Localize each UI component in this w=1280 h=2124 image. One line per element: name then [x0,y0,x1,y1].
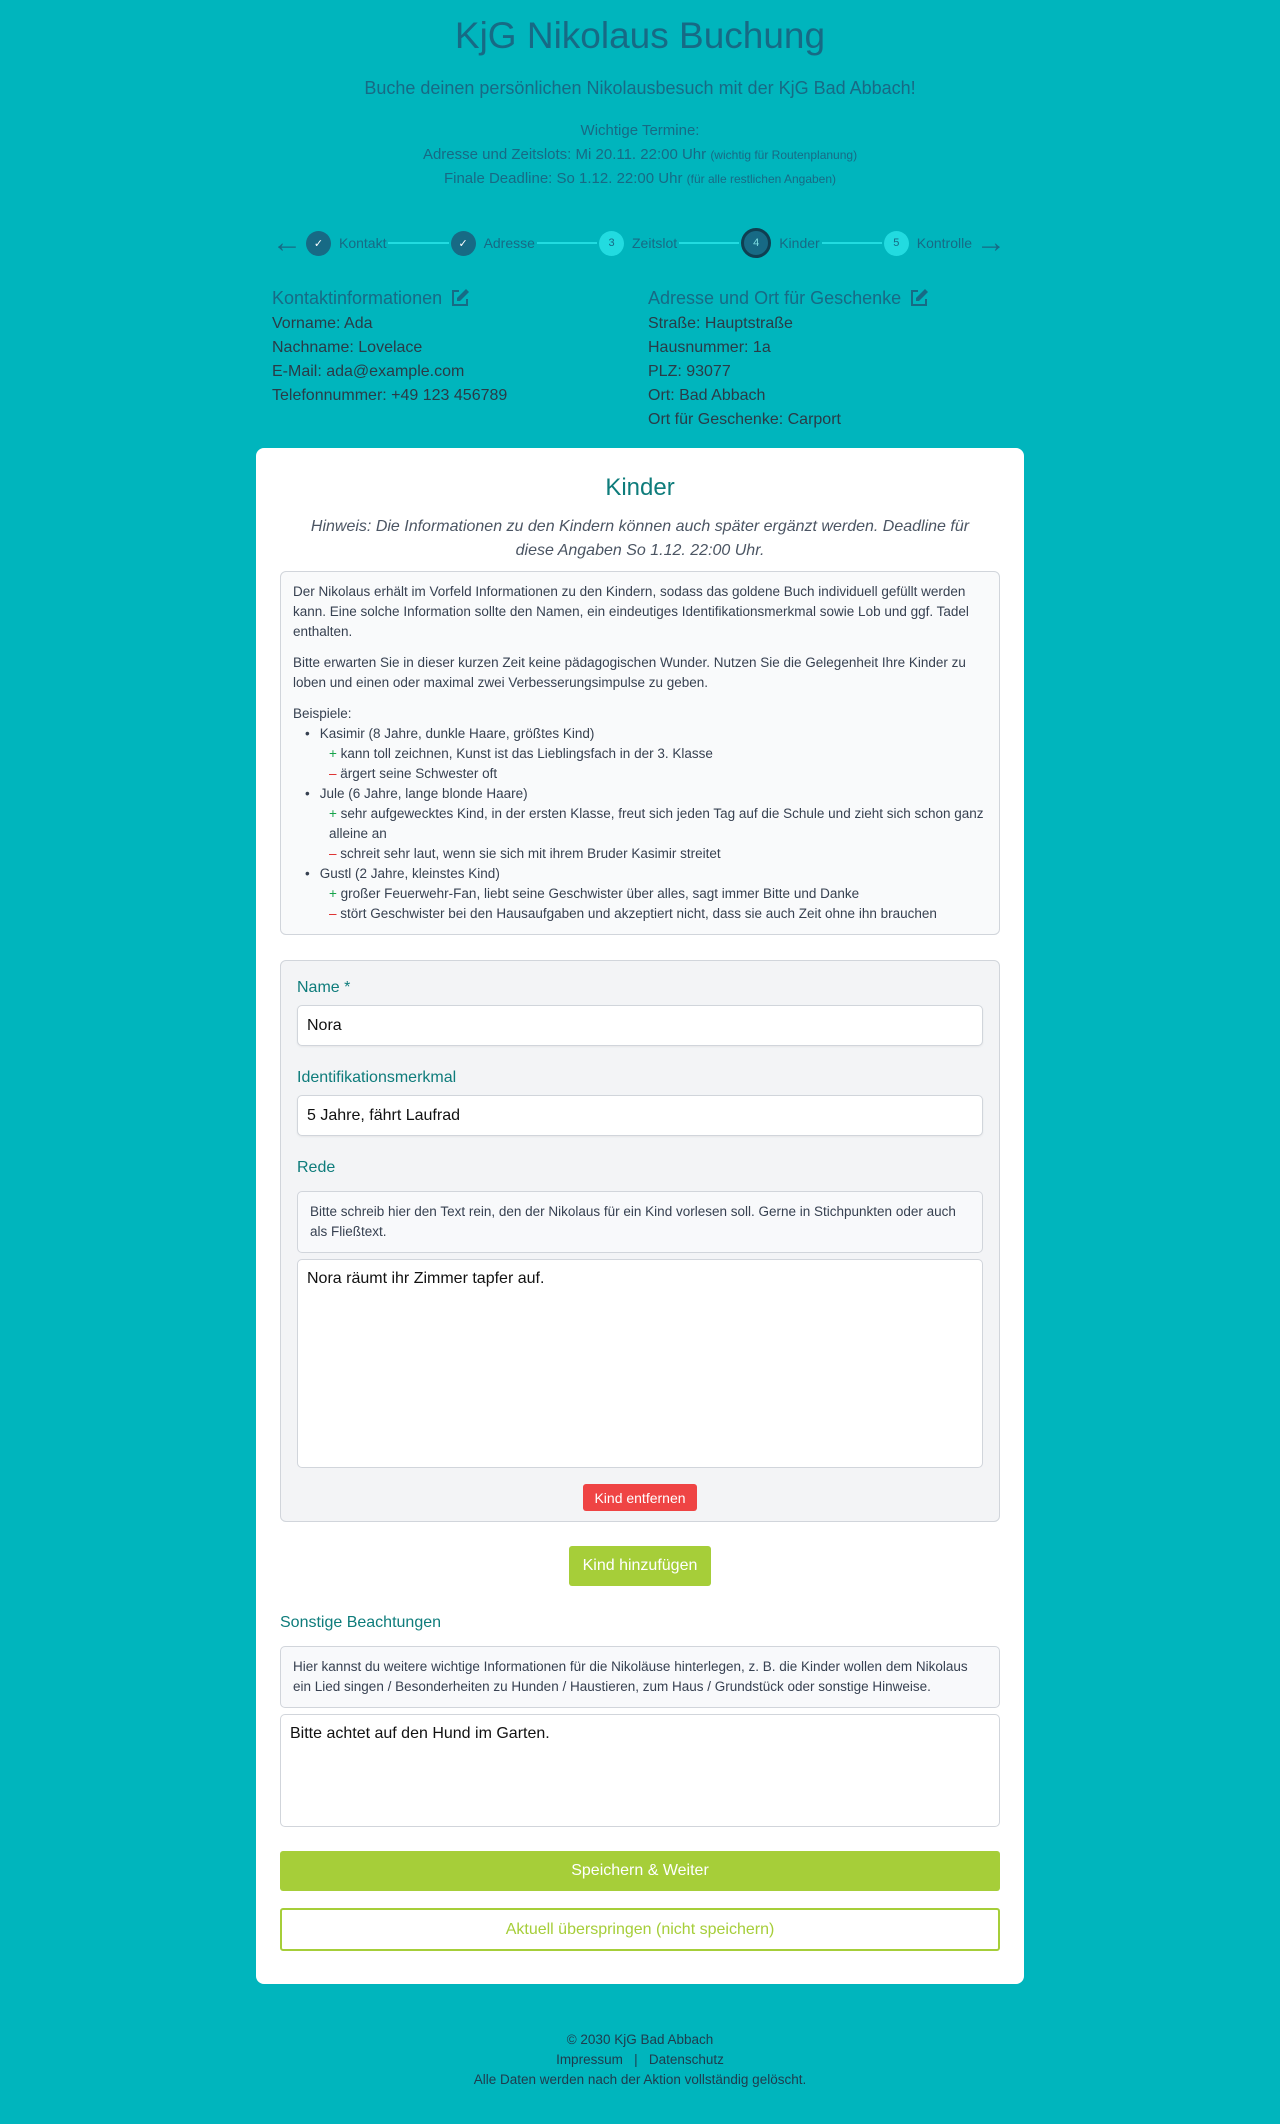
example-plus: kann toll zeichnen, Kunst ist das Liebli… [340,746,713,761]
step-connector [388,242,449,244]
example-minus: ärgert seine Schwester oft [340,766,498,781]
footer: © 2030 KjG Bad Abbach Impressum | Datens… [0,2030,1280,2090]
privacy-note: Alle Daten werden nach der Aktion vollst… [473,2072,807,2087]
other-notes-label: Sonstige Beachtungen [280,1614,442,1631]
subtitle: Buche deinen persönlichen Nikolausbesuch… [364,78,916,98]
important-dates: Wichtige Termine: Adresse und Zeitslots:… [0,119,1280,191]
edit-icon[interactable] [450,288,470,308]
check-icon: ✓ [450,230,476,256]
step-label: Kontakt [339,235,387,251]
example-name: Kasimir (8 Jahre, dunkle Haare, größtes … [319,726,595,741]
edit-icon[interactable] [909,288,929,308]
other-notes-hint: Hier kannst du weitere wichtige Informat… [280,1646,1000,1708]
step-number: 4 [741,228,772,258]
example-name: Gustl (2 Jahre, kleinstes Kind) [319,866,500,881]
examples-list: Kasimir (8 Jahre, dunkle Haare, größtes … [293,724,987,924]
example-plus: großer Feuerwehr-Fan, liebt seine Geschw… [340,886,860,901]
speech-hint: Bitte schreib hier den Text rein, den de… [297,1191,983,1253]
example-plus: sehr aufgewecktes Kind, in der ersten Kl… [329,806,984,841]
date-2: Finale Deadline: So 1.12. 22:00 Uhr [443,170,683,187]
example-name: Jule (6 Jahre, lange blonde Haare) [319,786,528,801]
save-continue-button[interactable]: Speichern & Weiter [280,1851,1000,1891]
copyright: © 2030 KjG Bad Abbach [566,2032,714,2047]
example-item: Kasimir (8 Jahre, dunkle Haare, größtes … [305,724,987,784]
step-kinder[interactable]: 4 Kinder [741,228,820,258]
datenschutz-link[interactable]: Datenschutz [649,2052,724,2067]
example-minus: schreit sehr laut, wenn sie sich mit ihr… [340,846,721,861]
step-label: Kontrolle [916,235,973,251]
example-minus: stört Geschwister bei den Hausaufgaben u… [340,906,937,921]
page-title: KjG Nikolaus Buchung [454,15,826,56]
contact-firstname: Vorname: Ada [272,315,373,332]
info-box: Der Nikolaus erhält im Vorfeld Informati… [280,571,1000,935]
step-connector [679,242,740,244]
contact-title: Kontaktinformationen [272,288,443,308]
name-input[interactable]: Nora [297,1005,983,1046]
skip-button[interactable]: Aktuell überspringen (nicht speichern) [280,1908,1000,1951]
contact-phone: Telefonnummer: +49 123 456789 [272,387,508,404]
ident-input[interactable]: 5 Jahre, fährt Laufrad [297,1095,983,1136]
date-2-note: (für alle restlichen Angaben) [686,172,837,186]
examples-label: Beispiele: [293,706,352,721]
speech-textarea[interactable]: Nora räumt ihr Zimmer tapfer auf. [297,1259,983,1468]
header: KjG Nikolaus Buchung Buche deinen persön… [0,0,1280,191]
address-gift-location: Ort für Geschenke: Carport [648,411,841,428]
address-number: Hausnummer: 1a [648,339,771,356]
speech-label: Rede [297,1159,336,1176]
dates-label: Wichtige Termine: [580,122,700,139]
address-title: Adresse und Ort für Geschenke [648,288,902,308]
check-icon: ✓ [306,230,331,256]
contact-email: E-Mail: ada@example.com [272,363,465,380]
step-number: 5 [883,230,909,256]
address-summary: Adresse und Ort für Geschenke Straße: Ha… [648,284,929,432]
step-kontrolle[interactable]: 5 Kontrolle [883,230,973,256]
contact-summary: Kontaktinformationen Vorname: Ada Nachna… [272,284,507,408]
children-card: Kinder Hinweis: Die Informationen zu den… [256,448,1024,1984]
ident-label: Identifikationsmerkmal [297,1069,457,1086]
step-number: 3 [599,230,624,256]
other-notes-textarea[interactable]: Bitte achtet auf den Hund im Garten. [280,1714,1000,1827]
arrow-left-icon[interactable]: ← [272,228,306,258]
step-connector [821,242,882,244]
step-kontakt[interactable]: ✓ Kontakt [306,230,387,256]
date-1-note: (wichtig für Routenplanung) [710,148,858,162]
impressum-link[interactable]: Impressum [556,2052,623,2067]
child-entry: Name * Nora Identifikationsmerkmal 5 Jah… [280,960,1000,1522]
example-item: Gustl (2 Jahre, kleinstes Kind)+ großer … [305,864,987,924]
step-label: Kinder [779,235,820,251]
step-label: Zeitslot [632,235,678,251]
name-label: Name * [297,979,351,996]
step-zeitslot[interactable]: 3 Zeitslot [599,230,678,256]
example-item: Jule (6 Jahre, lange blonde Haare)+ sehr… [305,784,987,864]
info-paragraph: Bitte erwarten Sie in dieser kurzen Zeit… [293,655,966,690]
card-title: Kinder [605,474,675,501]
address-zip: PLZ: 93077 [648,363,731,380]
address-city: Ort: Bad Abbach [648,387,766,404]
deadline-hint: Hinweis: Die Informationen zu den Kinder… [310,518,970,559]
step-connector [536,242,597,244]
step-label: Adresse [483,235,535,251]
remove-child-button[interactable]: Kind entfernen [583,1484,697,1511]
separator: | [634,2052,638,2067]
contact-lastname: Nachname: Lovelace [272,339,423,356]
stepper: ← ✓ Kontakt ✓ Adresse 3 Zeitslot 4 Kinder 5K… [272,228,1006,258]
address-street: Straße: Hauptstraße [648,315,793,332]
arrow-right-icon[interactable]: → [972,228,1006,258]
step-adresse[interactable]: ✓ Adresse [450,230,535,256]
add-child-button[interactable]: Kind hinzufügen [569,1546,711,1586]
info-paragraph: Der Nikolaus erhält im Vorfeld Informati… [293,584,969,639]
date-1: Adresse und Zeitslots: Mi 20.11. 22:00 U… [422,146,707,163]
